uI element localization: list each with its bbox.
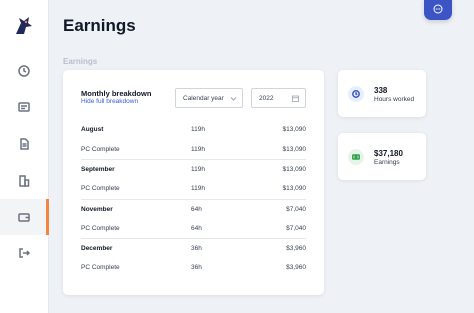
month-row: December 36h $3,960 xyxy=(81,238,306,258)
row-hours: 36h xyxy=(191,264,202,272)
row-hours: 119h xyxy=(191,146,205,154)
month-row: September 119h $13,090 xyxy=(81,159,306,179)
sidebar-item-profile[interactable] xyxy=(0,89,48,125)
clock-icon xyxy=(352,90,360,98)
page-title: Earnings xyxy=(63,16,136,35)
sidebar-item-earnings[interactable] xyxy=(0,199,49,235)
row-hours: 64h xyxy=(191,224,202,232)
client-row: PC Complete 119h $13,090 xyxy=(81,140,306,160)
row-hours: 119h xyxy=(191,185,205,193)
client-row: PC Complete 119h $13,090 xyxy=(81,179,306,199)
row-hours: 119h xyxy=(191,166,205,174)
sidebar xyxy=(0,0,49,313)
row-amount: $3,960 xyxy=(286,264,306,272)
wallet-icon xyxy=(18,213,30,222)
row-amount: $13,090 xyxy=(282,166,307,174)
earnings-label: Earnings xyxy=(374,159,400,166)
row-label: November xyxy=(81,205,113,213)
earnings-icon-badge xyxy=(348,149,364,165)
breakdown-table: August 119h $13,090 PC Complete 119h $13,090 S… xyxy=(81,120,306,278)
row-label: September xyxy=(81,166,115,174)
earnings-value: $37,180 xyxy=(374,149,403,158)
hours-stat-card: 338 Hours worked xyxy=(338,70,426,117)
hide-breakdown-link[interactable]: Hide full breakdown xyxy=(81,98,138,105)
hours-value: 338 xyxy=(374,86,388,95)
row-hours: 36h xyxy=(191,244,202,252)
row-hours: 64h xyxy=(191,205,202,213)
logout-icon xyxy=(19,248,30,258)
row-hours: 119h xyxy=(191,126,205,134)
client-row: PC Complete 64h $7,040 xyxy=(81,218,306,238)
chevron-down-icon xyxy=(230,97,237,101)
row-amount: $13,090 xyxy=(282,146,307,154)
row-amount: $13,090 xyxy=(282,185,307,193)
sidebar-item-logout[interactable] xyxy=(0,235,48,271)
period-select-value: Calendar year xyxy=(183,95,224,102)
row-label: PC Complete xyxy=(81,264,120,272)
year-value: 2022 xyxy=(259,95,274,102)
year-picker[interactable]: 2022 xyxy=(251,88,306,108)
client-row: PC Complete 36h $3,960 xyxy=(81,258,306,278)
money-icon xyxy=(352,154,360,160)
document-icon xyxy=(20,138,29,150)
row-amount: $7,040 xyxy=(286,205,306,213)
chat-icon xyxy=(433,4,443,14)
calendar-icon xyxy=(292,95,299,102)
row-label: August xyxy=(81,126,104,134)
breakdown-title: Monthly breakdown xyxy=(81,89,152,98)
sidebar-item-documents[interactable] xyxy=(0,126,48,162)
row-label: PC Complete xyxy=(81,224,120,232)
period-select[interactable]: Calendar year xyxy=(175,88,243,108)
row-label: December xyxy=(81,244,113,252)
row-label: PC Complete xyxy=(81,146,120,154)
sidebar-item-time[interactable] xyxy=(0,53,48,89)
clock-icon xyxy=(18,65,30,77)
row-amount: $7,040 xyxy=(286,224,306,232)
section-label: Earnings xyxy=(63,57,98,66)
id-card-icon xyxy=(18,102,30,112)
building-icon xyxy=(19,175,30,187)
earnings-stat-card: $37,180 Earnings xyxy=(338,133,426,180)
breakdown-card: Monthly breakdown Hide full breakdown Ca… xyxy=(63,70,324,295)
row-amount: $13,090 xyxy=(282,126,307,134)
chat-button[interactable] xyxy=(424,0,452,20)
row-label: PC Complete xyxy=(81,185,120,193)
logo-icon[interactable] xyxy=(13,14,35,36)
hours-label: Hours worked xyxy=(374,96,415,103)
hours-icon-badge xyxy=(348,86,364,102)
month-row: November 64h $7,040 xyxy=(81,198,306,219)
month-row: August 119h $13,090 xyxy=(81,120,306,140)
sidebar-item-companies[interactable] xyxy=(0,163,48,199)
row-amount: $3,960 xyxy=(286,244,306,252)
